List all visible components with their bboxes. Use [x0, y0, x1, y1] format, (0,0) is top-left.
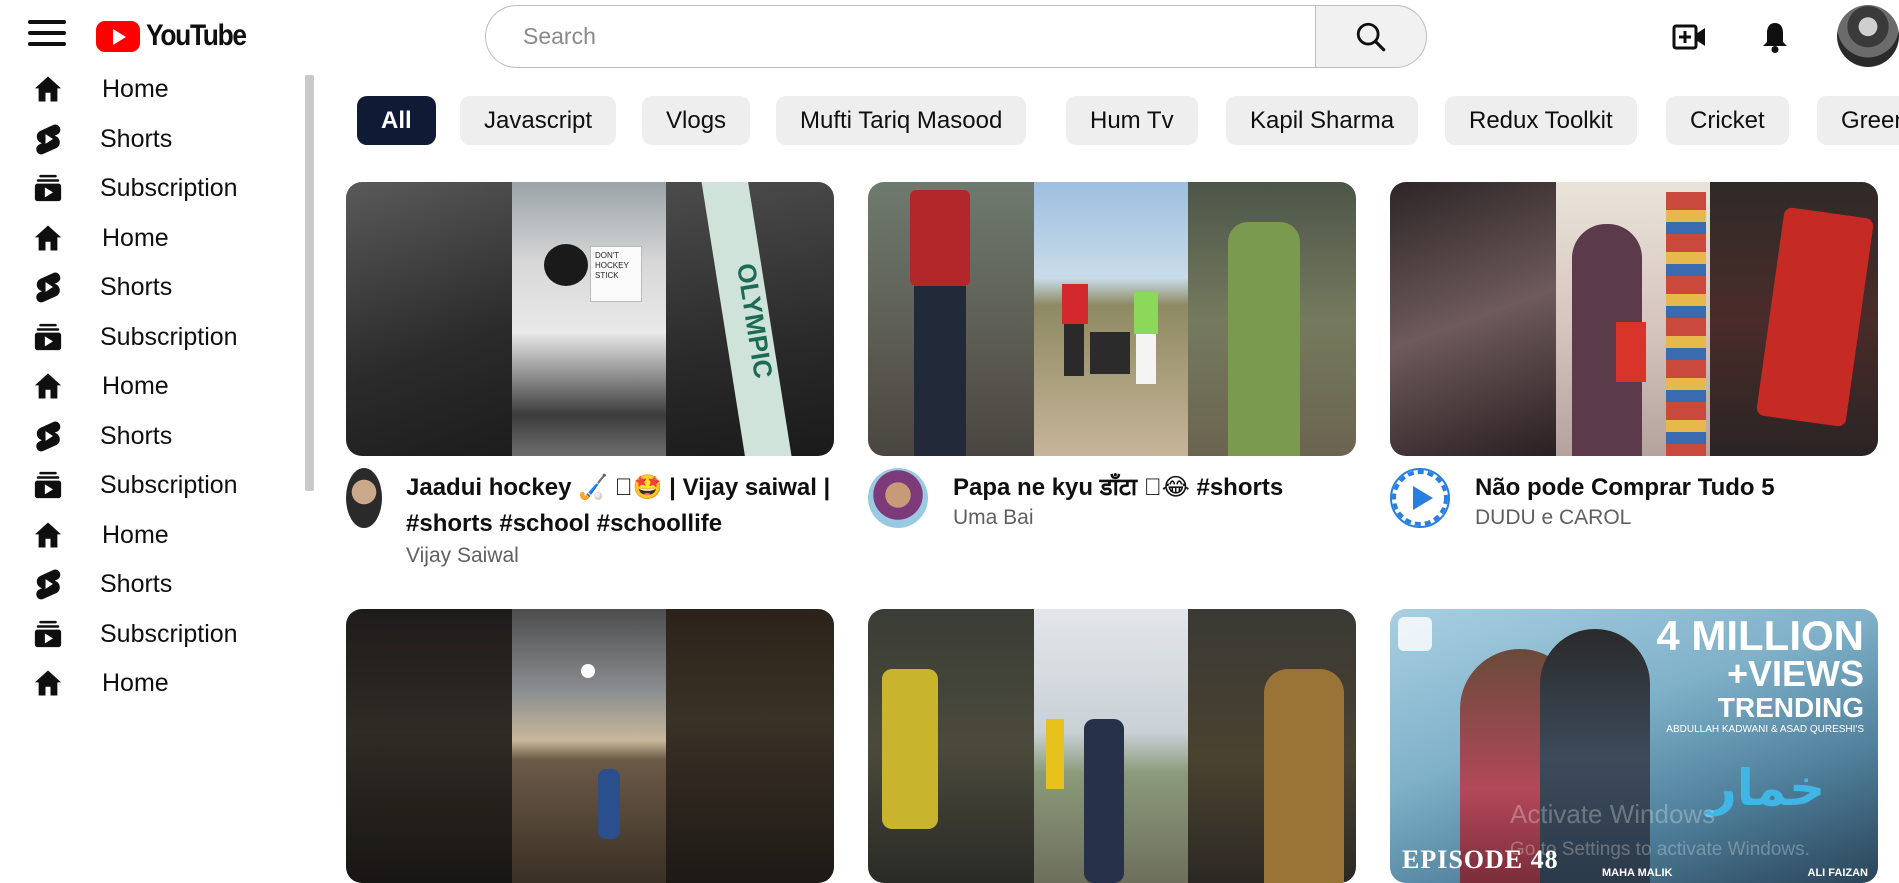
sidebar-item-home[interactable]: Home [30, 361, 270, 411]
video-card: DON'T HOCKEY STICK OLYMPIC Jaadui hockey… [346, 182, 834, 586]
video-card: 4 MILLION +VIEWS TRENDING ABDULLAH KADWA… [1390, 609, 1878, 883]
home-icon [30, 665, 66, 701]
sidebar-item-subscription[interactable]: Subscription [30, 312, 270, 362]
video-card [868, 609, 1356, 883]
sidebar-item-home[interactable]: Home [30, 213, 270, 263]
channel-name[interactable]: Vijay Saiwal [406, 544, 519, 568]
sign-paper: DON'T HOCKEY STICK [590, 246, 642, 302]
sidebar-item-shorts[interactable]: Shorts [30, 114, 270, 164]
video-card: Papa ne kyu डाँटा ⃞😂 #shorts Uma Bai [868, 182, 1356, 586]
sidebar-item-label: Shorts [100, 272, 173, 301]
sidebar-item-label: Shorts [100, 421, 173, 450]
writer-credit: MAHA MALIK [1602, 867, 1673, 879]
video-thumbnail[interactable] [868, 182, 1356, 456]
hockey-stick: OLYMPIC [700, 182, 794, 456]
chip-redux-toolkit[interactable]: Redux Toolkit [1445, 96, 1637, 145]
home-icon [30, 71, 66, 107]
channel-avatar[interactable] [1390, 468, 1450, 528]
chip-all[interactable]: All [357, 96, 436, 145]
filter-chips: All Javascript Vlogs Mufti Tariq Masood … [357, 96, 1899, 146]
hamburger-menu-icon[interactable] [28, 20, 66, 52]
user-avatar[interactable] [1837, 5, 1899, 67]
home-icon [30, 517, 66, 553]
search-button[interactable] [1315, 5, 1427, 68]
sidebar-item-label: Subscription [100, 173, 238, 202]
youtube-logo[interactable]: YouTube [96, 18, 259, 54]
channel-name[interactable]: Uma Bai [953, 506, 1034, 530]
episode-label: EPISODE 48 [1402, 845, 1559, 874]
subscription-icon [30, 616, 66, 652]
shorts-icon [30, 566, 66, 602]
sidebar-scrollbar[interactable] [305, 75, 314, 491]
sidebar-item-subscription[interactable]: Subscription [30, 163, 270, 213]
sidebar: Home Shorts Subscription Home Shorts Subscrip… [0, 72, 310, 883]
channel-name[interactable]: DUDU e CAROL [1475, 506, 1631, 530]
video-title[interactable]: Jaadui hockey 🏑 ⃞🤩 | Vijay saiwal | #sho… [406, 470, 836, 542]
channel-avatar[interactable] [868, 468, 928, 528]
notifications-button[interactable] [1755, 17, 1795, 57]
video-card: Não pode Comprar Tudo 5 DUDU e CAROL [1390, 182, 1878, 586]
sidebar-item-label: Shorts [100, 124, 173, 153]
bell-icon [1763, 23, 1787, 53]
sidebar-item-shorts[interactable]: Shorts [30, 262, 270, 312]
promo-line-3: TRENDING [1717, 692, 1864, 723]
chip-kapil-sharma[interactable]: Kapil Sharma [1226, 96, 1419, 145]
sidebar-item-label: Home [102, 223, 169, 252]
promo-credits: ABDULLAH KADWANI & ASAD QURESHI'S [1666, 724, 1864, 735]
subscription-icon [30, 467, 66, 503]
video-thumbnail[interactable] [868, 609, 1356, 883]
video-card [346, 609, 834, 883]
shorts-icon [30, 269, 66, 305]
create-video-button[interactable] [1670, 17, 1710, 57]
search-input[interactable] [485, 5, 1315, 68]
video-camera-plus-icon [1672, 24, 1705, 50]
chip-hum-tv[interactable]: Hum Tv [1066, 96, 1198, 145]
video-title[interactable]: Papa ne kyu डाँटा ⃞😂 #shorts [953, 470, 1383, 506]
sidebar-item-shorts[interactable]: Shorts [30, 411, 270, 461]
sidebar-item-subscription[interactable]: Subscription [30, 460, 270, 510]
search-icon [1356, 22, 1386, 51]
sidebar-item-home[interactable]: Home [30, 658, 270, 708]
sidebar-item-label: Subscription [100, 619, 238, 648]
sidebar-item-label: Subscription [100, 470, 238, 499]
sidebar-item-shorts[interactable]: Shorts [30, 559, 270, 609]
sidebar-item-subscription[interactable]: Subscription [30, 609, 270, 659]
promo-text: 4 MILLION +VIEWS TRENDING ABDULLAH KADWA… [1656, 612, 1864, 737]
chip-javascript[interactable]: Javascript [460, 96, 617, 145]
play-logo-icon [1392, 470, 1448, 526]
sidebar-item-label: Home [102, 371, 169, 400]
sidebar-item-label: Home [102, 668, 169, 697]
sidebar-item-home[interactable]: Home [30, 510, 270, 560]
video-thumbnail[interactable]: DON'T HOCKEY STICK OLYMPIC [346, 182, 834, 456]
search-bar [485, 5, 1427, 68]
chip-cricket[interactable]: Cricket [1666, 96, 1789, 145]
drama-logo: خمار [1708, 759, 1826, 817]
chip-vlogs[interactable]: Vlogs [642, 96, 751, 145]
channel-watermark-icon [1398, 617, 1432, 651]
shorts-icon [30, 418, 66, 454]
chip-mufti-tariq-masood[interactable]: Mufti Tariq Masood [776, 96, 1027, 145]
video-thumbnail[interactable]: 4 MILLION +VIEWS TRENDING ABDULLAH KADWA… [1390, 609, 1878, 883]
promo-line-2: +VIEWS [1726, 653, 1864, 694]
director-credit: ALI FAIZAN [1807, 867, 1869, 879]
shorts-icon [30, 121, 66, 157]
logo-text: YouTube [146, 19, 247, 52]
home-icon [30, 368, 66, 404]
subscription-icon [30, 319, 66, 355]
video-thumbnail[interactable] [346, 609, 834, 883]
video-title[interactable]: Não pode Comprar Tudo 5 [1475, 470, 1899, 506]
channel-avatar[interactable] [346, 468, 382, 528]
sidebar-item-label: Home [102, 74, 169, 103]
top-bar: YouTube [0, 0, 1899, 72]
chip-green[interactable]: Green [1817, 96, 1899, 145]
sidebar-item-label: Shorts [100, 569, 173, 598]
sidebar-item-label: Home [102, 520, 169, 549]
video-thumbnail[interactable] [1390, 182, 1878, 456]
promo-line-1: 4 MILLION [1656, 612, 1864, 659]
youtube-play-icon [96, 20, 140, 52]
subscription-icon [30, 170, 66, 206]
home-icon [30, 220, 66, 256]
sidebar-item-home[interactable]: Home [30, 64, 270, 114]
sidebar-item-label: Subscription [100, 322, 238, 351]
